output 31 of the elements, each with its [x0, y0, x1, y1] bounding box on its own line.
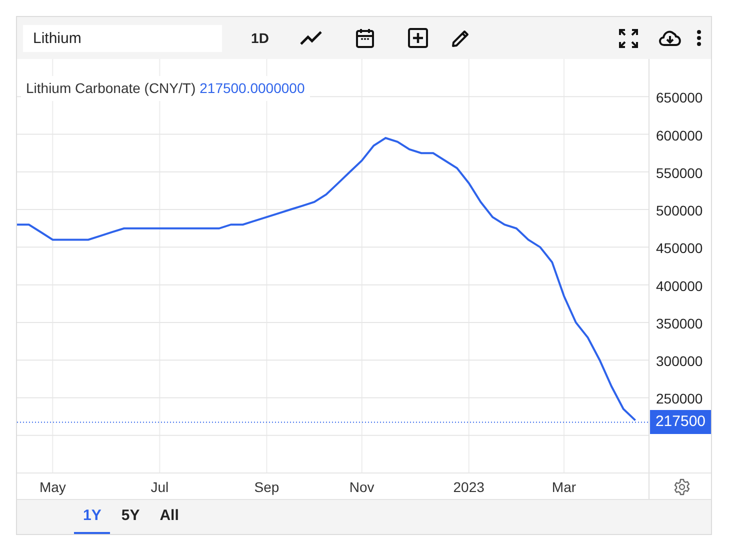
- settings-icon[interactable]: [673, 478, 691, 496]
- pencil-icon[interactable]: [451, 28, 470, 48]
- axis-label: 250000: [656, 390, 703, 407]
- calendar-icon[interactable]: [355, 28, 375, 48]
- axis-label: 500000: [656, 202, 703, 219]
- axis-label: 2023: [453, 479, 484, 495]
- more-options-icon[interactable]: [697, 30, 701, 46]
- range-tab[interactable]: 5Y: [112, 500, 149, 534]
- axis-label: May: [39, 479, 66, 495]
- axis-label: Jul: [150, 479, 169, 495]
- axis-label: 300000: [656, 353, 703, 370]
- axis-label: 350000: [656, 315, 703, 332]
- axis-label: 600000: [656, 127, 703, 144]
- axis-label: 650000: [656, 90, 703, 106]
- last-value-badge: 217500: [650, 410, 711, 434]
- series-value: 217500.0000000: [200, 79, 305, 98]
- fullscreen-icon[interactable]: [619, 28, 638, 48]
- interval-button[interactable]: 1D: [246, 28, 274, 48]
- cloud-download-icon[interactable]: [658, 29, 682, 47]
- axis-label: Mar: [552, 479, 576, 495]
- search-field[interactable]: Lithium: [23, 24, 222, 52]
- axis-label: Nov: [349, 479, 374, 495]
- axis-label: 400000: [656, 278, 703, 294]
- line-chart-icon[interactable]: [300, 30, 322, 46]
- range-tab[interactable]: All: [150, 500, 188, 534]
- series-name: Lithium Carbonate (CNY/T): [26, 79, 196, 98]
- range-tab[interactable]: 1Y: [74, 500, 110, 534]
- axis-label: 450000: [656, 240, 703, 256]
- axis-label: 550000: [656, 164, 703, 181]
- axis-label: Sep: [254, 479, 280, 495]
- add-box-icon[interactable]: [408, 28, 428, 48]
